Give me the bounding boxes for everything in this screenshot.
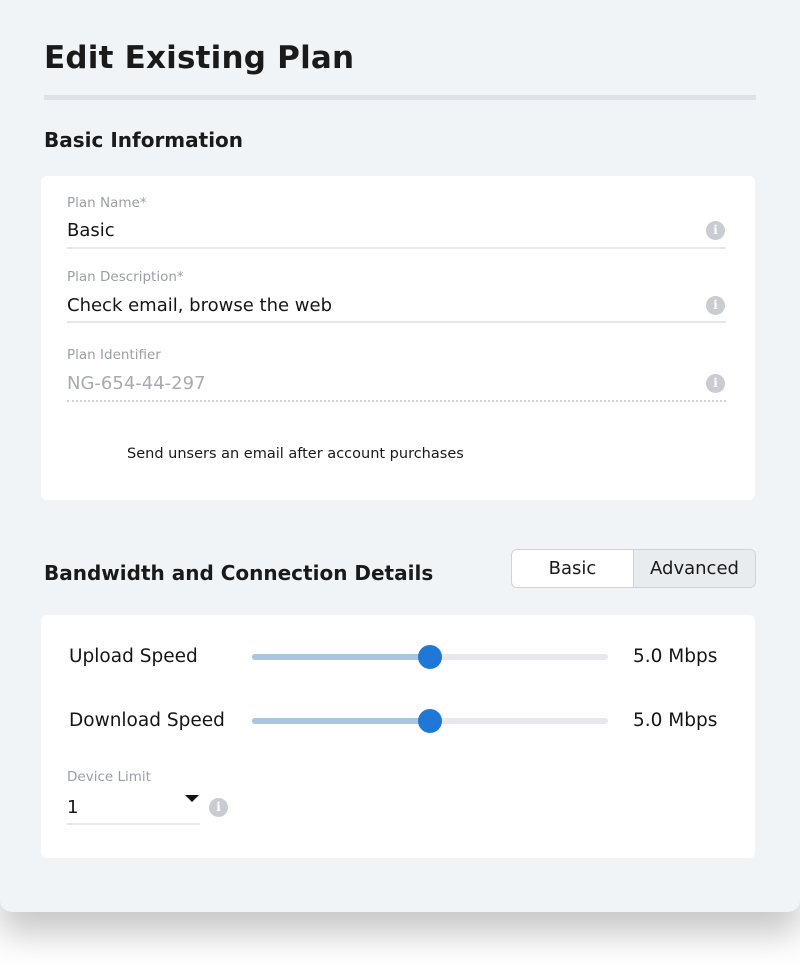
device-limit-select[interactable]: Device Limit 1 xyxy=(67,767,200,827)
bandwidth-card: Upload Speed 5.0 Mbps Download Speed 5.0… xyxy=(41,615,755,858)
plan-description-field[interactable]: Plan Description* Check email, browse th… xyxy=(67,269,726,323)
device-limit-value[interactable]: 1 xyxy=(67,797,78,818)
plan-description-label: Plan Description* xyxy=(67,269,184,285)
download-speed-slider[interactable] xyxy=(252,709,608,733)
mode-advanced-button[interactable]: Advanced xyxy=(633,550,755,587)
download-speed-row: Download Speed 5.0 Mbps xyxy=(69,706,729,736)
info-icon[interactable]: i xyxy=(209,798,228,817)
plan-identifier-value: NG-654-44-297 xyxy=(67,373,206,394)
upload-speed-label: Upload Speed xyxy=(69,646,198,667)
chevron-down-icon[interactable] xyxy=(185,795,199,802)
info-icon[interactable]: i xyxy=(706,221,725,240)
edit-plan-panel: Edit Existing Plan Basic Information Pla… xyxy=(0,0,800,912)
plan-identifier-label: Plan Identifier xyxy=(67,347,161,363)
upload-speed-fill xyxy=(252,654,430,660)
plan-identifier-underline xyxy=(67,400,726,402)
upload-speed-value: 5.0 Mbps xyxy=(633,646,718,667)
plan-name-input[interactable]: Basic xyxy=(67,220,115,241)
plan-description-input[interactable]: Check email, browse the web xyxy=(67,295,332,316)
bandwidth-heading: Bandwidth and Connection Details xyxy=(44,561,434,585)
basic-info-heading: Basic Information xyxy=(44,128,244,152)
plan-name-field[interactable]: Plan Name* Basic i xyxy=(67,195,726,249)
plan-identifier-field: Plan Identifier NG-654-44-297 i xyxy=(67,347,726,403)
basic-info-card: Plan Name* Basic i Plan Description* Che… xyxy=(41,176,755,500)
page-title: Edit Existing Plan xyxy=(44,40,355,76)
download-speed-fill xyxy=(252,718,430,724)
device-limit-underline xyxy=(67,823,200,825)
mode-basic-button[interactable]: Basic xyxy=(512,550,633,587)
info-icon[interactable]: i xyxy=(706,296,725,315)
send-email-option-label[interactable]: Send unsers an email after account purch… xyxy=(127,446,464,462)
plan-description-underline xyxy=(67,321,726,323)
bandwidth-mode-toggle[interactable]: Basic Advanced xyxy=(511,549,756,588)
download-speed-thumb[interactable] xyxy=(418,709,442,733)
download-speed-value: 5.0 Mbps xyxy=(633,710,718,731)
upload-speed-thumb[interactable] xyxy=(418,645,442,669)
plan-name-label: Plan Name* xyxy=(67,195,147,211)
download-speed-label: Download Speed xyxy=(69,710,225,731)
device-limit-label: Device Limit xyxy=(67,769,151,785)
upload-speed-row: Upload Speed 5.0 Mbps xyxy=(69,642,729,672)
plan-name-underline xyxy=(67,247,726,249)
info-icon[interactable]: i xyxy=(706,374,725,393)
title-divider xyxy=(44,95,756,100)
upload-speed-slider[interactable] xyxy=(252,645,608,669)
